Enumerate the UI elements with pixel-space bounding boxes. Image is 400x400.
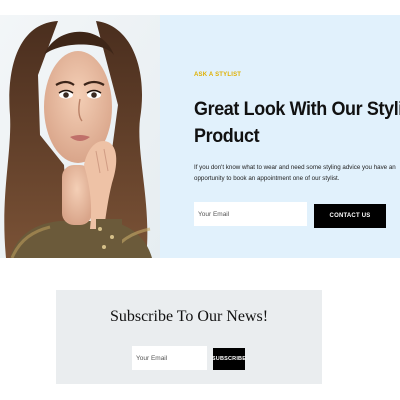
newsletter-section: Subscribe To Our News! SUBSCRIBE xyxy=(56,290,322,384)
newsletter-title: Subscribe To Our News! xyxy=(109,308,269,325)
headline-line-2: Product xyxy=(194,125,260,147)
newsletter-email-input[interactable] xyxy=(132,346,207,370)
stylist-hero-section: ASK A STYLIST Great Look With Our Stylis… xyxy=(0,15,400,258)
subscribe-button[interactable]: SUBSCRIBE xyxy=(212,348,246,370)
headline-line-1: Great Look With Our Stylist xyxy=(194,98,400,120)
hero-email-input[interactable] xyxy=(194,202,307,226)
hero-description: If you don't know what to wear and need … xyxy=(194,164,396,182)
contact-us-button[interactable]: CONTACT US xyxy=(314,204,386,228)
section-eyebrow: ASK A STYLIST xyxy=(194,72,242,78)
model-photo xyxy=(0,15,160,258)
hero-headline: Great Look With Our Stylist Product xyxy=(194,96,400,150)
